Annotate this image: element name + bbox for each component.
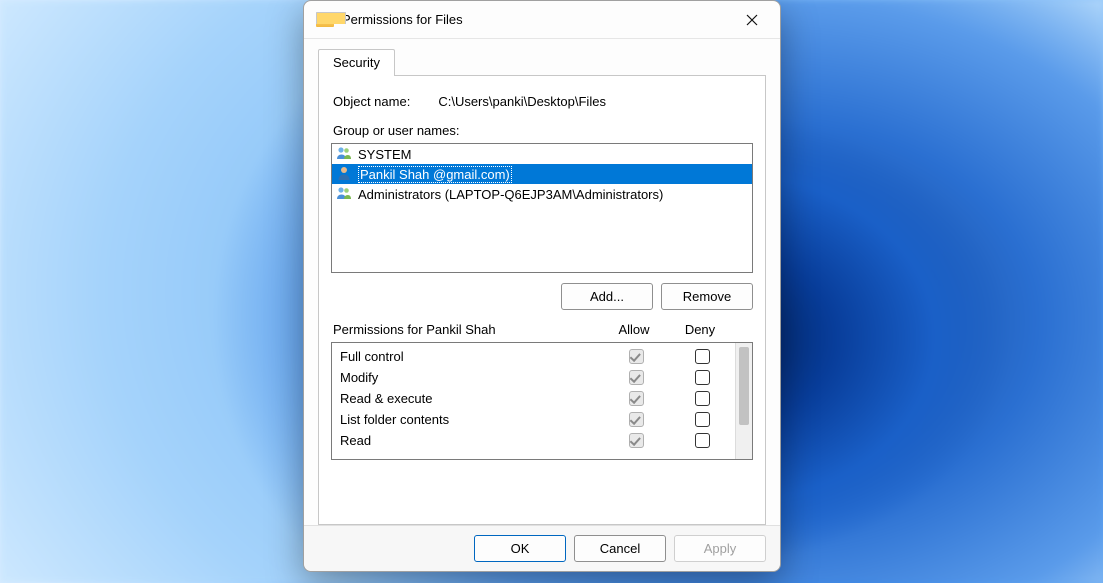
cancel-button[interactable]: Cancel xyxy=(574,535,666,562)
deny-checkbox[interactable] xyxy=(695,412,710,427)
deny-cell xyxy=(669,370,735,385)
group-icon xyxy=(336,185,352,204)
deny-checkbox[interactable] xyxy=(695,370,710,385)
permission-label: Read xyxy=(340,433,603,448)
allow-cell xyxy=(603,391,669,406)
object-name-row: Object name: C:\Users\panki\Desktop\File… xyxy=(333,94,751,109)
tab-strip: Security xyxy=(318,49,766,76)
permissions-for-label: Permissions for Pankil Shah xyxy=(333,322,601,337)
permission-row: Modify xyxy=(340,367,735,388)
permissions-dialog: Permissions for Files Security Object na… xyxy=(303,0,781,572)
deny-checkbox[interactable] xyxy=(695,433,710,448)
permission-row: Read & execute xyxy=(340,388,735,409)
scrollbar-thumb[interactable] xyxy=(739,347,749,425)
deny-column-header: Deny xyxy=(667,322,733,337)
allow-cell xyxy=(603,412,669,427)
folder-icon xyxy=(316,12,334,27)
apply-button[interactable]: Apply xyxy=(674,535,766,562)
permissions-rows: Full control Modify Read & execute List fol… xyxy=(332,343,735,459)
permissions-scrollbar[interactable] xyxy=(735,343,752,459)
group-icon xyxy=(336,145,352,164)
list-item[interactable]: Pankil Shah @gmail.com) xyxy=(332,164,752,184)
dialog-content: Security Object name: C:\Users\panki\Des… xyxy=(304,39,780,525)
permission-row: Read xyxy=(340,430,735,451)
permission-label: Full control xyxy=(340,349,603,364)
allow-checkbox xyxy=(629,370,644,385)
titlebar[interactable]: Permissions for Files xyxy=(304,1,780,39)
deny-cell xyxy=(669,349,735,364)
permissions-header: Permissions for Pankil Shah Allow Deny xyxy=(333,322,751,337)
dialog-footer: OK Cancel Apply xyxy=(304,525,780,571)
deny-checkbox[interactable] xyxy=(695,349,710,364)
list-item[interactable]: Administrators (LAPTOP-Q6EJP3AM\Administ… xyxy=(332,184,752,204)
close-icon xyxy=(746,14,758,26)
permission-label: List folder contents xyxy=(340,412,603,427)
permissions-listbox[interactable]: Full control Modify Read & execute List fol… xyxy=(331,342,753,460)
object-name-label: Object name: xyxy=(333,94,410,109)
close-button[interactable] xyxy=(730,4,774,36)
user-icon xyxy=(336,165,352,184)
deny-cell xyxy=(669,412,735,427)
remove-button[interactable]: Remove xyxy=(661,283,753,310)
add-button[interactable]: Add... xyxy=(561,283,653,310)
allow-checkbox xyxy=(629,412,644,427)
allow-checkbox xyxy=(629,391,644,406)
tab-security[interactable]: Security xyxy=(318,49,395,76)
list-item-label: SYSTEM xyxy=(358,147,411,162)
allow-checkbox xyxy=(629,433,644,448)
allow-cell xyxy=(603,349,669,364)
list-item[interactable]: SYSTEM xyxy=(332,144,752,164)
permission-row: Full control xyxy=(340,346,735,367)
group-list-label: Group or user names: xyxy=(333,123,751,138)
permission-label: Modify xyxy=(340,370,603,385)
permission-row: List folder contents xyxy=(340,409,735,430)
object-name-value[interactable]: C:\Users\panki\Desktop\Files xyxy=(438,94,606,109)
list-buttons: Add... Remove xyxy=(331,283,753,310)
deny-cell xyxy=(669,391,735,406)
permission-label: Read & execute xyxy=(340,391,603,406)
list-item-label: Pankil Shah @gmail.com) xyxy=(358,166,512,183)
ok-button[interactable]: OK xyxy=(474,535,566,562)
group-user-listbox[interactable]: SYSTEM Pankil Shah @gmail.com) Administrat… xyxy=(331,143,753,273)
allow-checkbox xyxy=(629,349,644,364)
allow-cell xyxy=(603,370,669,385)
tab-panel-security: Object name: C:\Users\panki\Desktop\File… xyxy=(318,75,766,525)
list-item-label: Administrators (LAPTOP-Q6EJP3AM\Administ… xyxy=(358,187,663,202)
window-title: Permissions for Files xyxy=(342,12,730,27)
deny-cell xyxy=(669,433,735,448)
deny-checkbox[interactable] xyxy=(695,391,710,406)
allow-column-header: Allow xyxy=(601,322,667,337)
allow-cell xyxy=(603,433,669,448)
